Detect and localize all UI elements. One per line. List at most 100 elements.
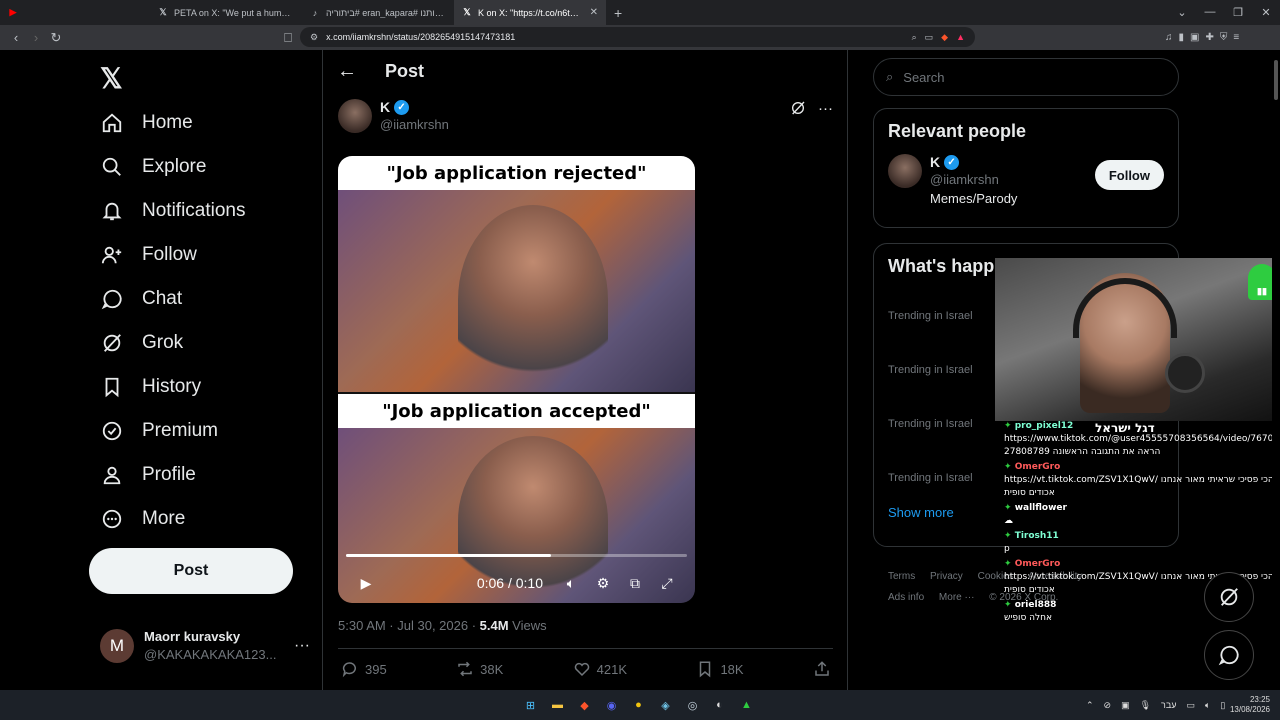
sidebar-icon[interactable]: ▮: [1179, 32, 1185, 43]
x-logo-icon[interactable]: 𝕏: [100, 62, 123, 95]
forward-nav-icon[interactable]: ›: [26, 30, 46, 45]
more-dots-icon[interactable]: ···: [294, 637, 310, 655]
bookmark-page-icon[interactable]: ⎕: [278, 30, 298, 46]
person-row[interactable]: K ✓ @iiamkrshn Memes/Parody Follow: [874, 154, 1178, 206]
close-tab-icon[interactable]: ✕: [590, 7, 598, 18]
search-input[interactable]: ⌕ Search: [873, 58, 1179, 96]
reload-icon[interactable]: ↻: [46, 30, 66, 46]
page-scrollbar[interactable]: [1272, 50, 1280, 690]
video-progress-bar[interactable]: [346, 554, 687, 557]
menu-icon[interactable]: ≡: [1233, 32, 1239, 43]
nav-item-grok[interactable]: Grok: [100, 328, 183, 358]
wallet-icon[interactable]: ▣: [1190, 32, 1199, 43]
file-explorer-icon[interactable]: ▬: [549, 697, 566, 714]
post-button[interactable]: Post: [89, 548, 293, 594]
tray-chevron-icon[interactable]: ⌃: [1086, 700, 1094, 711]
like-button[interactable]: 421K: [573, 660, 627, 678]
app-icon[interactable]: ◈: [657, 697, 674, 714]
reply-button[interactable]: 395: [341, 660, 387, 678]
avatar[interactable]: [338, 99, 372, 133]
avatar[interactable]: [888, 154, 922, 188]
nav-item-home[interactable]: Home: [100, 108, 193, 138]
windows-start-icon[interactable]: ⊞: [522, 697, 539, 714]
nav-item-more[interactable]: More: [100, 504, 185, 534]
nav-item-profile[interactable]: Profile: [100, 460, 196, 490]
actor-figure: [458, 205, 608, 395]
brave-browser-icon[interactable]: ◆: [576, 697, 593, 714]
brave-shield-icon[interactable]: ◆: [941, 32, 948, 43]
nav-item-notifications[interactable]: Notifications: [100, 196, 246, 226]
play-icon[interactable]: ▶: [350, 575, 382, 592]
author-name-row[interactable]: K ✓: [380, 99, 449, 115]
discord-icon[interactable]: ◉: [603, 697, 620, 714]
picture-in-picture-icon[interactable]: ⧉: [619, 575, 651, 592]
nav-item-chat[interactable]: Chat: [100, 284, 182, 314]
video-player[interactable]: "Job application rejected" "Job applicat…: [338, 156, 695, 603]
grok-floating-button[interactable]: [1204, 572, 1254, 622]
extensions-icon[interactable]: ✚: [1205, 32, 1213, 43]
zoom-icon[interactable]: ⌕: [912, 32, 917, 43]
brave-rewards-icon[interactable]: ▲: [956, 32, 965, 42]
close-window-button[interactable]: ✕: [1252, 6, 1280, 19]
footer-link[interactable]: Ads info: [888, 592, 924, 603]
clock-date: 13/08/2026: [1229, 705, 1270, 714]
volume-icon[interactable]: 🔈︎: [555, 575, 587, 592]
minimize-button[interactable]: —: [1196, 6, 1224, 19]
tab-search-icon[interactable]: ⌄: [1168, 6, 1196, 19]
scrollbar-thumb[interactable]: [1274, 60, 1278, 100]
back-nav-icon[interactable]: ‹: [6, 30, 26, 45]
battery-icon[interactable]: ▯: [1220, 700, 1225, 711]
share-button[interactable]: [813, 660, 831, 678]
tray-language[interactable]: עבר: [1161, 700, 1176, 710]
browser-tab-youtube[interactable]: ▶: [0, 0, 150, 25]
more-icon: [100, 507, 124, 531]
repost-button[interactable]: 38K: [456, 660, 503, 678]
nav-item-follow[interactable]: Follow: [100, 240, 197, 270]
settings-gear-icon[interactable]: ⚙: [587, 575, 619, 592]
more-dots-icon[interactable]: ···: [818, 100, 833, 120]
new-tab-button[interactable]: +: [606, 5, 630, 21]
media-icon[interactable]: ♫: [1165, 32, 1173, 43]
browser-tab-tiktok[interactable]: ♪ ביתוריה# eran_kapara# מכבדים אותנו: [302, 0, 454, 25]
browser-tab-peta[interactable]: 𝕏 PETA on X: "We put a human "lobste: [150, 0, 302, 25]
maximize-button[interactable]: ❐: [1224, 6, 1252, 19]
nav-item-history[interactable]: History: [100, 372, 201, 402]
taskbar-clock[interactable]: 23:25 13/08/2026: [1230, 695, 1270, 715]
author-handle[interactable]: @iiamkrshn: [380, 117, 449, 132]
address-bar-row: ‹ › ↻ ⎕ ⚙ x.com/iiamkrshn/status/2082654…: [0, 25, 1280, 50]
search-placeholder: Search: [903, 69, 945, 85]
browser-tab-active[interactable]: 𝕏 K on X: "https://t.co/n6tPD06iC ✕: [454, 0, 606, 25]
bookmark-icon: [700, 661, 711, 678]
url-field[interactable]: ⚙ x.com/iiamkrshn/status/208265491514747…: [300, 27, 975, 47]
footer-link[interactable]: Privacy: [930, 571, 963, 582]
account-switcher[interactable]: M Maorr kuravsky @KAKAKAKAKA123... ···: [100, 628, 310, 664]
tray-app-icon[interactable]: ▣: [1121, 700, 1130, 711]
premium-icon: [100, 419, 124, 443]
bookmark-button[interactable]: 18K: [696, 660, 744, 678]
footer-link[interactable]: More ···: [939, 592, 975, 603]
fullscreen-icon[interactable]: ⤢: [651, 575, 683, 592]
site-info-icon[interactable]: ⚙: [310, 32, 318, 43]
steam-icon[interactable]: ◎: [684, 697, 701, 714]
divider: [338, 648, 833, 649]
back-arrow-icon[interactable]: ←: [337, 60, 357, 83]
obs-icon[interactable]: ◐: [711, 697, 728, 714]
messages-floating-button[interactable]: [1204, 630, 1254, 680]
speaker-icon[interactable]: 🔈︎: [1205, 700, 1210, 711]
cast-icon[interactable]: ▭: [925, 32, 934, 43]
app-icon[interactable]: ▲: [738, 697, 755, 714]
post-timestamp[interactable]: 5:30 AM · Jul 30, 2026 ·: [338, 618, 480, 633]
account-handle: @KAKAKAKAKA123...: [144, 647, 277, 662]
footer-link[interactable]: Terms: [888, 571, 915, 582]
grok-icon[interactable]: [790, 100, 806, 120]
app-icon[interactable]: ●: [630, 697, 647, 714]
search-icon: [100, 155, 124, 179]
bookmark-count: 18K: [720, 661, 744, 677]
nav-item-explore[interactable]: Explore: [100, 152, 206, 182]
microphone-icon[interactable]: 🎙︎: [1140, 700, 1151, 711]
display-icon[interactable]: ▭: [1186, 700, 1195, 711]
follow-button[interactable]: Follow: [1094, 160, 1164, 190]
tray-app-icon[interactable]: ⊘: [1104, 700, 1112, 711]
nav-item-premium[interactable]: Premium: [100, 416, 218, 446]
vpn-icon[interactable]: ⛨: [1220, 32, 1228, 43]
